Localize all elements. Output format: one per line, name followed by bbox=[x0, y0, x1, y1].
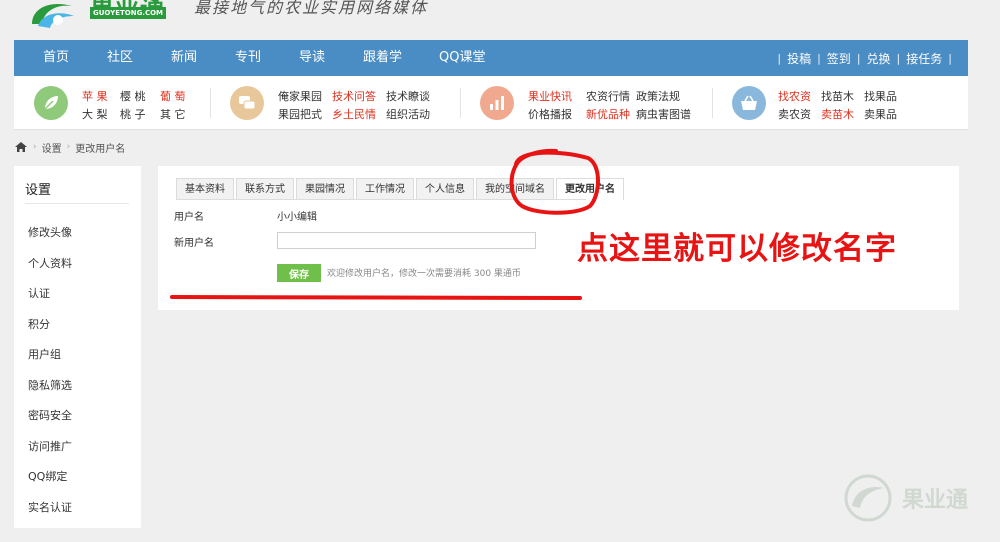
annotation-text: 点这里就可以修改名字 bbox=[577, 231, 897, 267]
annotation-overlay bbox=[170, 148, 600, 300]
annotation-underline bbox=[170, 294, 582, 300]
watermark-logo-icon bbox=[844, 474, 892, 522]
annotation-circle bbox=[509, 148, 600, 215]
watermark-text: 果业通 bbox=[902, 488, 969, 513]
watermark: 果业通 bbox=[838, 468, 988, 532]
